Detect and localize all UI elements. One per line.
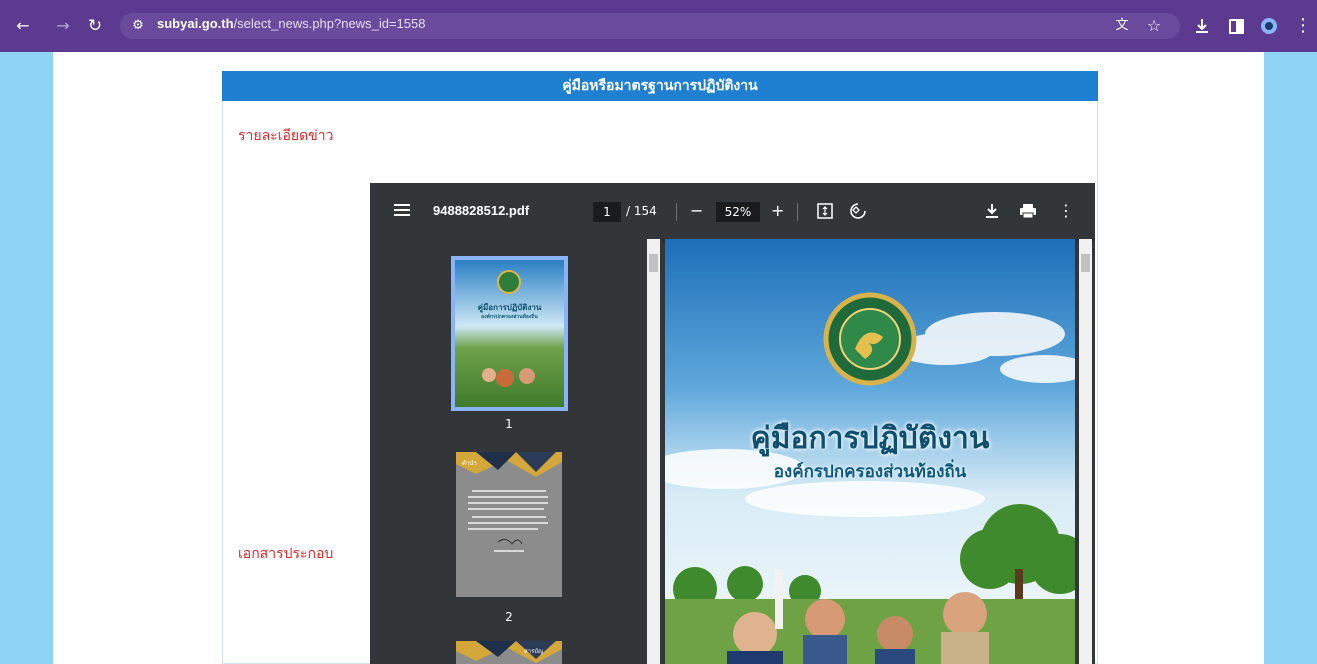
pdf-page-view[interactable]: คู่มือการปฏิบัติงาน องค์กรปกครองส่วนท้อง… (665, 239, 1075, 664)
page-thumbnail-1[interactable]: คู่มือการปฏิบัติงาน องค์กรปกครองส่วนท้อง… (451, 256, 568, 411)
more-options-icon[interactable]: ⋮ (1058, 203, 1074, 219)
toolbar-divider (676, 203, 677, 221)
page-scrollbar-thumb[interactable] (1081, 254, 1090, 272)
thumbnail-1-subtitle: องค์กรปกครองส่วนท้องถิ่น (481, 314, 538, 320)
rotate-icon[interactable] (849, 202, 867, 223)
download-icon[interactable] (985, 203, 999, 222)
cover-subtitle: องค์กรปกครองส่วนท้องถิ่น (773, 462, 967, 482)
zoom-input[interactable]: 52% (716, 202, 760, 222)
thumbnail-2-title: คำนำ (462, 460, 477, 467)
page-title: คู่มือหรือมาตรฐานการปฏิบัติงาน (222, 71, 1098, 101)
reload-icon[interactable]: ↻ (86, 17, 104, 35)
tune-icon[interactable]: ⚙ (129, 18, 147, 34)
page-thumbnail-3[interactable]: สารบัญ (456, 641, 562, 664)
url-path: /select_news.php?news_id=1558 (233, 16, 426, 31)
page-bg-right (1264, 52, 1317, 664)
pdf-viewer[interactable]: 9488828512.pdf 1 / 154 − 52% + ⋮ คู่มือก… (370, 183, 1095, 664)
thumbnail-number: 1 (505, 417, 513, 431)
thumbnail-3-title: สารบัญ (524, 648, 544, 655)
download-icon[interactable] (1193, 17, 1211, 35)
sidebar-scrollbar[interactable] (647, 239, 660, 664)
toolbar-divider (797, 203, 798, 221)
page-thumbnail-2[interactable]: คำนำ (456, 452, 562, 597)
hamburger-menu-icon[interactable] (394, 203, 410, 220)
pdf-filename: 9488828512.pdf (433, 203, 530, 218)
cover-title: คู่มือการปฏิบัติงาน (750, 421, 990, 456)
arrow-right-icon[interactable]: → (54, 18, 72, 34)
page-number-input[interactable]: 1 (593, 202, 621, 222)
zoom-in-icon[interactable]: + (771, 203, 784, 219)
sidebar-scrollbar-thumb[interactable] (649, 254, 658, 272)
page-total: / 154 (626, 204, 657, 218)
side-panel-icon[interactable] (1227, 17, 1245, 35)
star-icon[interactable]: ☆ (1145, 18, 1163, 34)
news-detail-label: รายละเอียดข่าว (238, 128, 334, 144)
url-text[interactable]: subyai.go.th/select_news.php?news_id=155… (157, 16, 425, 31)
url-domain: subyai.go.th (157, 16, 234, 31)
print-icon[interactable] (1019, 203, 1037, 222)
extension-icon[interactable] (1259, 16, 1279, 36)
kebab-menu-icon[interactable]: ⋮ (1294, 16, 1312, 36)
fit-page-icon[interactable] (817, 203, 833, 222)
zoom-out-icon[interactable]: − (690, 203, 703, 219)
translate-icon[interactable]: 文 (1113, 18, 1131, 34)
page-scrollbar[interactable] (1079, 239, 1092, 664)
arrow-left-icon[interactable]: ← (14, 18, 32, 34)
attachments-label: เอกสารประกอบ (238, 546, 334, 562)
page-bg-left (0, 52, 53, 664)
thumbnail-number: 2 (505, 610, 513, 624)
